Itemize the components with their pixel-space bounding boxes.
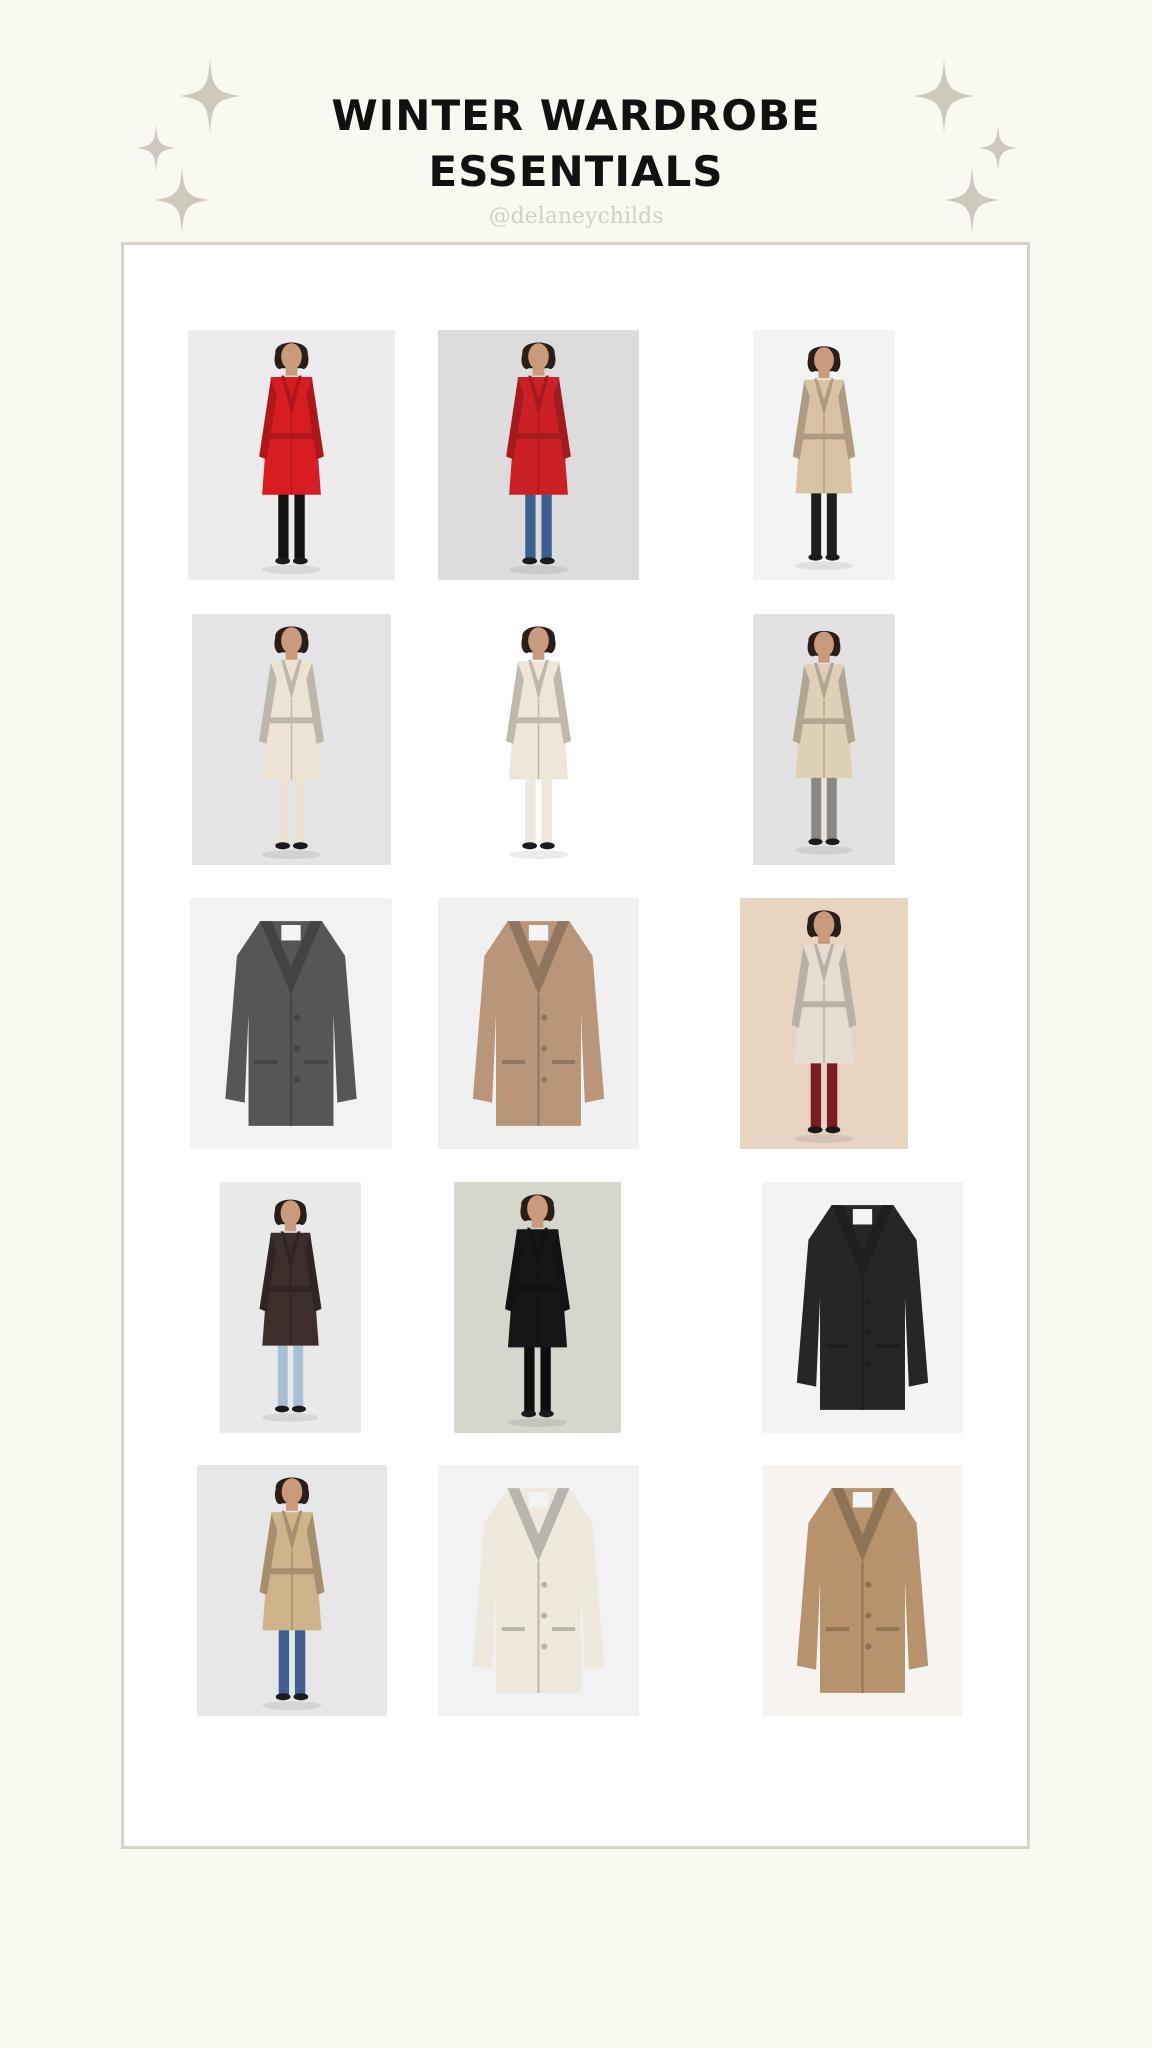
product-image [753, 334, 895, 576]
product-image [464, 614, 613, 865]
product-tile-oatmeal-coat-burgundy-dress[interactable] [740, 898, 908, 1149]
product-image [217, 330, 366, 580]
product-tile-brown-long-coat[interactable] [220, 1182, 361, 1433]
product-image [441, 1465, 636, 1716]
product-image [441, 898, 636, 1149]
product-tile-camel-coat-with-jeans[interactable] [197, 1465, 387, 1716]
product-tile-black-long-coat[interactable] [454, 1182, 621, 1433]
product-image [753, 618, 895, 861]
product-tile-red-coat-with-jeans[interactable] [438, 330, 639, 580]
product-tile-ivory-long-coat[interactable] [438, 1465, 639, 1716]
product-tile-camel-single-breasted-coat[interactable] [438, 898, 639, 1149]
header: WINTER WARDROBE ESSENTIALS @delaneychild… [0, 0, 1152, 240]
product-image [194, 898, 388, 1149]
product-tile-grey-tweed-coat[interactable] [190, 898, 392, 1149]
product-tile-beige-trench-coat[interactable] [753, 614, 895, 865]
author-handle: @delaneychilds [488, 204, 664, 229]
title-line-2: ESSENTIALS [428, 147, 724, 196]
title-line-1: WINTER WARDROBE [331, 91, 821, 140]
product-tile-cream-belted-coat[interactable] [192, 614, 391, 865]
product-tile-red-wrap-coat[interactable] [188, 330, 395, 580]
page-title: WINTER WARDROBE ESSENTIALS [0, 88, 1152, 200]
product-image [750, 898, 898, 1149]
product-image [765, 1182, 960, 1433]
product-image [765, 1465, 960, 1716]
product-tile-black-leather-trench[interactable] [762, 1182, 963, 1433]
product-image [463, 1182, 612, 1433]
product-board [121, 242, 1030, 1849]
product-tile-camel-short-coat[interactable] [762, 1465, 963, 1716]
product-tile-camel-coat-seated[interactable] [753, 330, 895, 580]
product-image [220, 1187, 361, 1428]
product-image [217, 614, 366, 865]
product-image [218, 1465, 366, 1716]
product-image [464, 330, 613, 580]
product-tile-cream-shawl-coat[interactable] [438, 614, 639, 865]
